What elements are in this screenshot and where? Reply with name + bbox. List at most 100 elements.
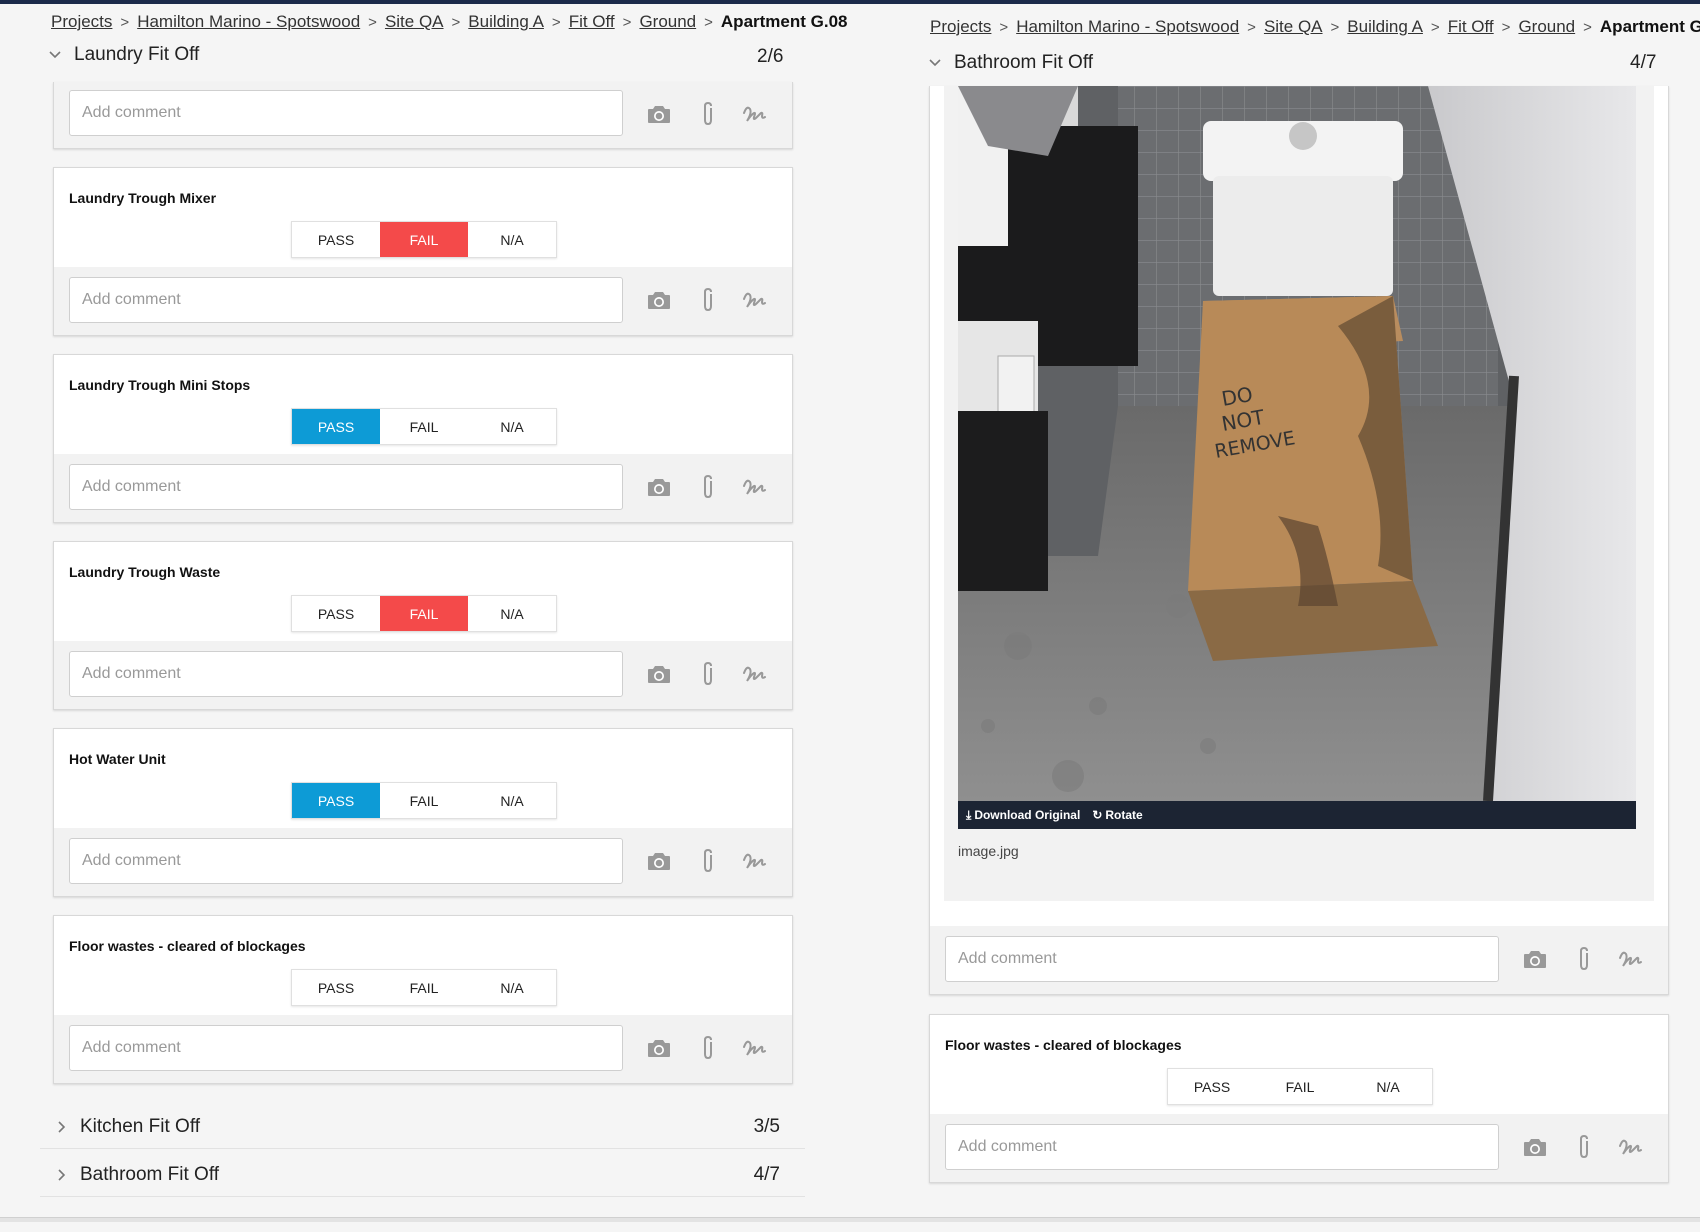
- camera-icon[interactable]: [646, 287, 672, 313]
- section-header-bathroom[interactable]: Bathroom Fit Off 4/7: [40, 1154, 805, 1197]
- checklist-item: Hot Water Unit PASS FAIL N/A: [53, 728, 793, 897]
- fail-button[interactable]: FAIL: [380, 596, 468, 631]
- fail-button[interactable]: FAIL: [380, 970, 468, 1005]
- breadcrumb-site-qa[interactable]: Site QA: [1264, 17, 1323, 37]
- signature-icon[interactable]: [741, 101, 767, 127]
- comment-input[interactable]: [80, 290, 612, 310]
- comment-input[interactable]: [956, 1137, 1488, 1157]
- breadcrumb-fit-off[interactable]: Fit Off: [569, 12, 615, 32]
- comment-field[interactable]: [69, 651, 623, 697]
- comment-input[interactable]: [80, 103, 612, 123]
- photo-toolbar: ⤓ Download Original ↻ Rotate: [958, 801, 1636, 829]
- pass-button[interactable]: PASS: [292, 596, 380, 631]
- comment-field[interactable]: [69, 90, 623, 136]
- breadcrumb-site-qa[interactable]: Site QA: [385, 12, 444, 32]
- chevron-right-icon: >: [1247, 18, 1256, 36]
- fail-button[interactable]: FAIL: [380, 222, 468, 257]
- signature-icon[interactable]: [741, 287, 767, 313]
- section-header-laundry[interactable]: Laundry Fit Off: [44, 44, 199, 66]
- result-toggle: PASS FAIL N/A: [291, 595, 557, 632]
- comment-field[interactable]: [945, 936, 1499, 982]
- breadcrumb-projects[interactable]: Projects: [930, 17, 991, 37]
- paperclip-icon[interactable]: [695, 101, 721, 127]
- signature-icon[interactable]: [741, 1035, 767, 1061]
- section-header-kitchen[interactable]: Kitchen Fit Off 3/5: [40, 1106, 805, 1149]
- fail-button[interactable]: FAIL: [1256, 1069, 1344, 1104]
- breadcrumb-project[interactable]: Hamilton Marino - Spotswood: [137, 12, 360, 32]
- na-button[interactable]: N/A: [468, 970, 556, 1005]
- comment-input[interactable]: [80, 477, 612, 497]
- signature-icon[interactable]: [741, 661, 767, 687]
- scroll-track: [0, 1217, 890, 1222]
- section-header-bathroom[interactable]: Bathroom Fit Off: [924, 52, 1093, 74]
- camera-icon[interactable]: [646, 101, 672, 127]
- paperclip-icon[interactable]: [695, 1035, 721, 1061]
- comment-field[interactable]: [69, 1025, 623, 1071]
- na-button[interactable]: N/A: [468, 783, 556, 818]
- camera-icon[interactable]: [646, 474, 672, 500]
- fail-button[interactable]: FAIL: [380, 409, 468, 444]
- rotate-button[interactable]: ↻ Rotate: [1092, 808, 1142, 822]
- chevron-right-icon: >: [999, 18, 1009, 36]
- pass-button[interactable]: PASS: [292, 222, 380, 257]
- download-original-button[interactable]: ⤓ Download Original: [966, 808, 1080, 823]
- top-bar: [890, 0, 1700, 4]
- comment-input[interactable]: [80, 1038, 612, 1058]
- section-count: 4/7: [1630, 52, 1657, 73]
- na-button[interactable]: N/A: [468, 409, 556, 444]
- comment-input[interactable]: [956, 949, 1488, 969]
- comment-input[interactable]: [80, 664, 612, 684]
- paperclip-icon[interactable]: [695, 848, 721, 874]
- pass-button[interactable]: PASS: [1168, 1069, 1256, 1104]
- top-bar: [0, 0, 890, 4]
- pass-button[interactable]: PASS: [292, 783, 380, 818]
- breadcrumb-building[interactable]: Building A: [1347, 17, 1423, 37]
- paperclip-icon[interactable]: [695, 287, 721, 313]
- camera-icon[interactable]: [646, 661, 672, 687]
- pass-button[interactable]: PASS: [292, 409, 380, 444]
- attachment-photo[interactable]: DO NOT REMOVE: [958, 86, 1636, 801]
- paperclip-icon[interactable]: [695, 474, 721, 500]
- signature-icon[interactable]: [1617, 946, 1643, 972]
- pass-button[interactable]: PASS: [292, 970, 380, 1005]
- signature-icon[interactable]: [741, 848, 767, 874]
- section-title: Bathroom Fit Off: [80, 1164, 220, 1185]
- breadcrumb-building[interactable]: Building A: [468, 12, 544, 32]
- signature-icon[interactable]: [741, 474, 767, 500]
- chevron-right-icon: >: [368, 13, 377, 31]
- breadcrumb-level[interactable]: Ground: [1518, 17, 1575, 37]
- na-button[interactable]: N/A: [468, 222, 556, 257]
- comment-field[interactable]: [69, 277, 623, 323]
- attachment-panel: DO NOT REMOVE ⤓ Download Original ↻ Rotate…: [944, 86, 1654, 901]
- camera-icon[interactable]: [1522, 946, 1548, 972]
- comment-bar: [54, 454, 792, 522]
- comment-input[interactable]: [80, 851, 612, 871]
- paperclip-icon[interactable]: [1571, 1134, 1597, 1160]
- breadcrumb: Projects > Hamilton Marino - Spotswood > S…: [51, 12, 848, 32]
- camera-icon[interactable]: [646, 1035, 672, 1061]
- comment-bar: [54, 641, 792, 709]
- comment-field[interactable]: [69, 838, 623, 884]
- signature-icon[interactable]: [1617, 1134, 1643, 1160]
- breadcrumb-current: Apartment G.08: [1599, 17, 1700, 36]
- na-button[interactable]: N/A: [468, 596, 556, 631]
- breadcrumb-projects[interactable]: Projects: [51, 12, 112, 32]
- breadcrumb-project[interactable]: Hamilton Marino - Spotswood: [1016, 17, 1239, 37]
- section-title: Laundry Fit Off: [74, 44, 200, 65]
- attachment-filename: image.jpg: [958, 843, 1019, 859]
- breadcrumb-level[interactable]: Ground: [639, 12, 696, 32]
- comment-field[interactable]: [945, 1124, 1499, 1170]
- paperclip-icon[interactable]: [1571, 946, 1597, 972]
- breadcrumb-fit-off[interactable]: Fit Off: [1448, 17, 1494, 37]
- fail-button[interactable]: FAIL: [380, 783, 468, 818]
- comment-bar: [54, 1015, 792, 1083]
- comment-field[interactable]: [69, 464, 623, 510]
- camera-icon[interactable]: [1522, 1134, 1548, 1160]
- camera-icon[interactable]: [646, 848, 672, 874]
- chevron-right-icon: [50, 1116, 72, 1138]
- na-button[interactable]: N/A: [1344, 1069, 1432, 1104]
- chevron-right-icon: >: [1430, 18, 1440, 36]
- paperclip-icon[interactable]: [695, 661, 721, 687]
- chevron-right-icon: >: [1501, 18, 1511, 36]
- rotate-label: Rotate: [1105, 808, 1143, 822]
